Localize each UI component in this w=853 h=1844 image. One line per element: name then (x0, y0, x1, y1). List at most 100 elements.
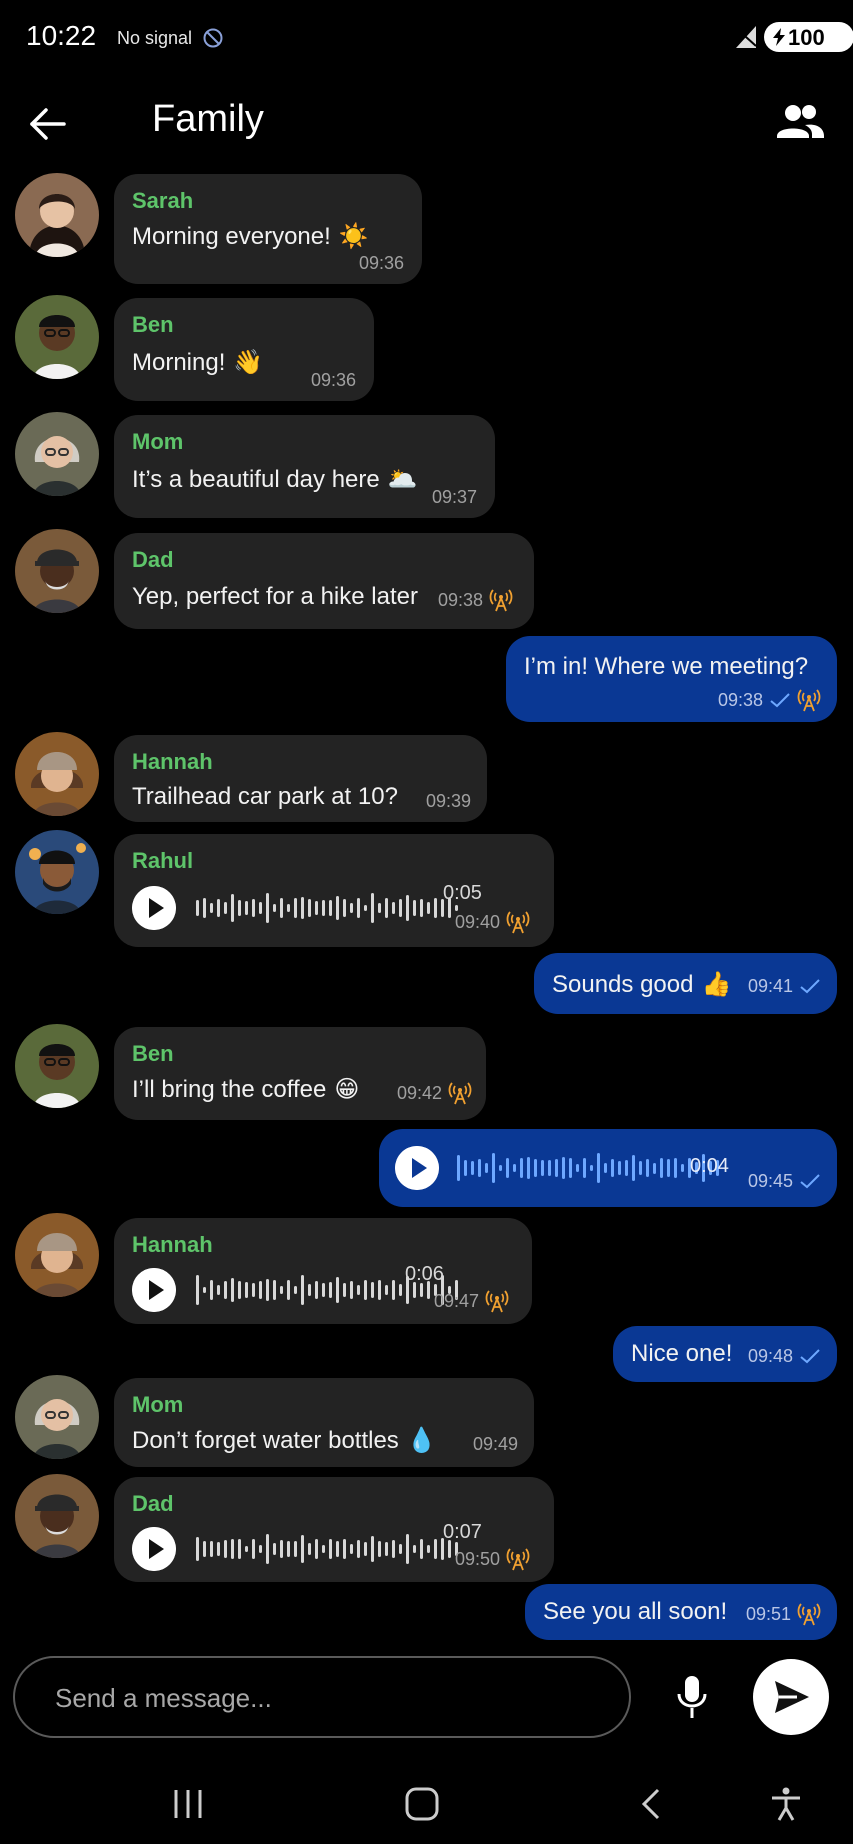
waveform-bar (420, 1539, 423, 1559)
waveform-bar (329, 1281, 332, 1299)
avatar-mom[interactable] (15, 412, 99, 496)
waveform-bar (471, 1161, 474, 1175)
voice-message-bubble-outgoing[interactable]: 0:04 09:45 (379, 1129, 837, 1207)
waveform-bar (203, 898, 206, 918)
message-text: Don’t forget water bottles 💧 (132, 1427, 437, 1454)
avatar-sarah[interactable] (15, 173, 99, 257)
avatar-rahul[interactable] (15, 830, 99, 914)
waveform-bar (371, 1281, 374, 1299)
waveform-bar (273, 1280, 276, 1300)
waveform-bar (357, 1539, 360, 1559)
waveform-bar (492, 1153, 495, 1183)
send-icon (775, 1681, 809, 1713)
message-input[interactable] (55, 1676, 595, 1720)
waveform-bar (583, 1158, 586, 1178)
nav-back-icon[interactable] (632, 1786, 672, 1822)
avatar-mom[interactable] (15, 1375, 99, 1459)
accessibility-icon[interactable] (766, 1786, 806, 1822)
sender-name: Mom (132, 429, 184, 454)
message-bubble-outgoing[interactable]: Nice one! 09:48 (613, 1326, 837, 1382)
play-icon[interactable] (132, 1527, 176, 1571)
waveform-bar (569, 1158, 572, 1178)
message-bubble[interactable]: Hannah Trailhead car park at 10? 09:39 (114, 735, 487, 822)
waveform-bar (457, 1154, 460, 1182)
voice-message-bubble[interactable]: Rahul 0:05 09:40 (114, 834, 554, 947)
waveform-bar (632, 1154, 635, 1182)
waveform-bar (597, 1153, 600, 1183)
avatar-ben[interactable] (15, 1024, 99, 1108)
waveform-bar (434, 1539, 437, 1559)
message-bubble[interactable]: Sarah Morning everyone! ☀️ 09:36 (114, 174, 422, 284)
waveform-bar (420, 899, 423, 917)
emoji: 👋 (233, 349, 264, 376)
avatar-ben[interactable] (15, 295, 99, 379)
waveform-bar (266, 893, 269, 923)
status-signal-text: No signal (117, 28, 193, 48)
message-meta: 09:45 (748, 1171, 821, 1192)
waveform-bar (287, 1280, 290, 1300)
no-signal-icon (203, 28, 223, 48)
waveform-bar (378, 1280, 381, 1300)
broadcast-tower-icon (797, 689, 821, 712)
chat-title: Family (152, 98, 264, 140)
waveform-bar (576, 1163, 579, 1173)
group-members-icon[interactable] (772, 98, 828, 146)
voice-duration: 0:04 (690, 1155, 729, 1177)
message-composer[interactable] (13, 1656, 631, 1738)
voice-waveform (196, 1532, 458, 1566)
microphone-icon[interactable] (672, 1672, 712, 1722)
message-bubble[interactable]: Mom It’s a beautiful day here 🌥️ 09:37 (114, 415, 495, 518)
waveform-bar (329, 1539, 332, 1559)
avatar-hannah[interactable] (15, 732, 99, 816)
message-bubble-outgoing[interactable]: Sounds good 👍 09:41 (534, 953, 837, 1014)
play-icon[interactable] (132, 886, 176, 930)
message-bubble[interactable]: Ben Morning! 👋 09:36 (114, 298, 374, 401)
waveform-bar (315, 1539, 318, 1559)
send-button[interactable] (753, 1659, 829, 1735)
waveform-bar (343, 1283, 346, 1297)
message-bubble[interactable]: Mom Don’t forget water bottles 💧 09:49 (114, 1378, 534, 1467)
waveform-bar (667, 1159, 670, 1177)
message-meta: 09:51 (746, 1602, 821, 1626)
back-arrow-icon[interactable] (24, 100, 72, 148)
waveform-bar (413, 1545, 416, 1553)
avatar-hannah[interactable] (15, 1213, 99, 1297)
recent-apps-icon[interactable] (168, 1786, 208, 1822)
waveform-bar (350, 902, 353, 914)
waveform-bar (203, 1286, 206, 1294)
waveform-bar (322, 1544, 325, 1554)
waveform-bar (548, 1160, 551, 1176)
avatar-dad[interactable] (15, 529, 99, 613)
waveform-bar (217, 1542, 220, 1556)
sender-name: Rahul (132, 848, 194, 873)
waveform-bar (259, 1280, 262, 1300)
message-meta: 09:41 (748, 976, 821, 997)
voice-message-bubble[interactable]: Hannah 0:06 09:47 (114, 1218, 532, 1324)
message-bubble-outgoing[interactable]: I’m in! Where we meeting? 09:38 (506, 636, 837, 722)
avatar-dad[interactable] (15, 1474, 99, 1558)
waveform-bar (322, 899, 325, 917)
sent-check-icon (800, 1174, 820, 1189)
message-bubble[interactable]: Dad Yep, perfect for a hike later 09:38 (114, 533, 534, 629)
waveform-bar (231, 1278, 234, 1302)
sent-check-icon (770, 693, 790, 708)
waveform-bar (681, 1163, 684, 1173)
waveform-bar (350, 1543, 353, 1555)
message-bubble[interactable]: Ben I’ll bring the coffee 😁 09:42 (114, 1027, 486, 1120)
waveform-bar (315, 900, 318, 916)
play-icon[interactable] (132, 1268, 176, 1312)
home-icon[interactable] (402, 1786, 442, 1822)
waveform-bar (315, 1280, 318, 1300)
waveform-bar (238, 900, 241, 916)
message-bubble-outgoing[interactable]: See you all soon! 09:51 (525, 1584, 837, 1640)
voice-message-bubble[interactable]: Dad 0:07 09:50 (114, 1477, 554, 1582)
waveform-bar (280, 898, 283, 918)
voice-duration: 0:06 (405, 1263, 444, 1285)
waveform-bar (364, 1280, 367, 1300)
waveform-bar (224, 1539, 227, 1559)
play-icon[interactable] (395, 1146, 439, 1190)
message-time: 09:45 (747, 1171, 793, 1191)
waveform-bar (301, 1535, 304, 1563)
message-time: 09:38 (438, 590, 484, 610)
sender-name: Ben (132, 312, 174, 337)
